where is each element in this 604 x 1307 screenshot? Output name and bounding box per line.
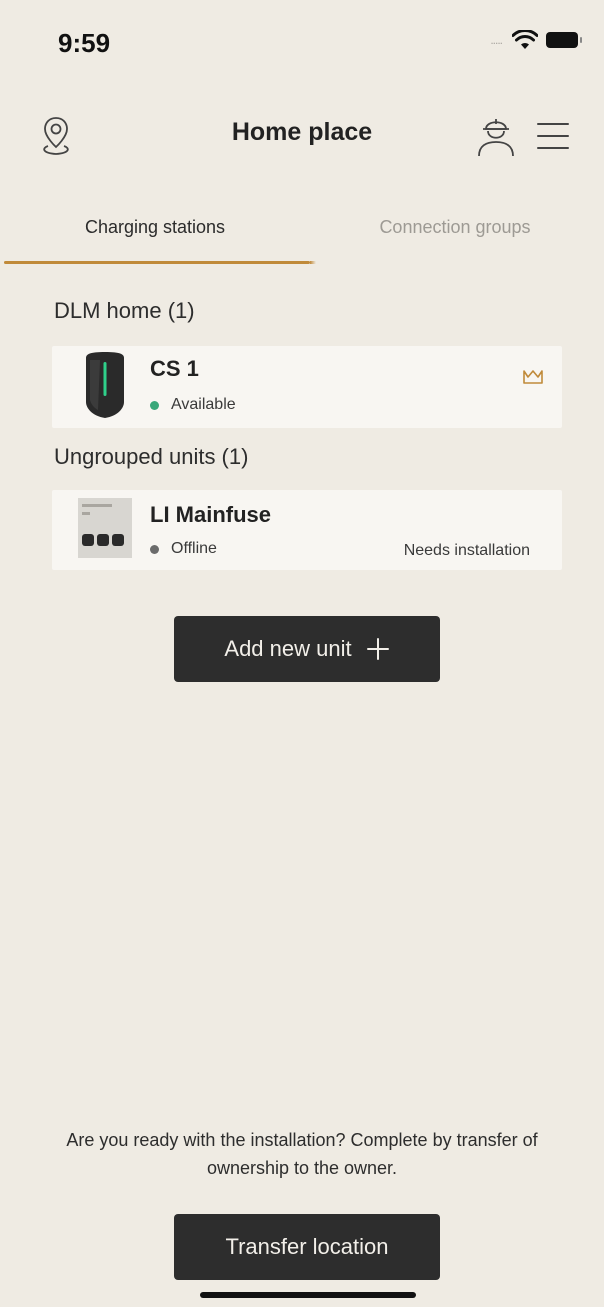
add-new-unit-button[interactable]: Add new unit	[174, 616, 440, 682]
status-dot	[150, 400, 159, 410]
signal-icon: .....	[490, 33, 503, 47]
needs-installation-label: Needs installation	[403, 542, 530, 559]
unit-name: LI Mainfuse	[150, 502, 272, 527]
wifi-icon	[512, 30, 538, 49]
installer-icon[interactable]	[474, 112, 518, 158]
tab-connection-groups[interactable]: Connection groups	[300, 217, 604, 238]
transfer-location-button[interactable]: Transfer location	[174, 1214, 440, 1280]
unit-status-label: Available	[171, 396, 236, 413]
add-new-unit-label: Add new unit	[224, 636, 352, 661]
unit-card-li-mainfuse[interactable]: LI Mainfuse Offline Needs installation	[52, 490, 562, 570]
unit-name: CS 1	[150, 356, 199, 381]
status-dot	[150, 544, 159, 554]
group-title-dlm-home: DLM home (1)	[54, 298, 195, 323]
unit-status: Offline	[150, 540, 217, 558]
tab-bar: Charging stations Connection groups	[0, 200, 604, 270]
home-indicator	[200, 1292, 416, 1298]
battery-icon	[546, 32, 582, 48]
charger-thumbnail	[86, 352, 124, 418]
status-icons: .....	[490, 30, 582, 50]
app-header: Home place	[0, 100, 604, 170]
unit-card-cs1[interactable]: CS 1 Available	[52, 346, 562, 428]
unit-status: Available	[150, 396, 236, 414]
menu-icon[interactable]	[536, 120, 570, 152]
mainfuse-thumbnail	[78, 498, 132, 558]
group-title-ungrouped: Ungrouped units (1)	[54, 444, 249, 469]
active-tab-indicator	[4, 261, 316, 264]
crown-icon	[523, 370, 543, 384]
status-bar: 9:59 .....	[0, 0, 604, 80]
plus-icon	[366, 638, 389, 660]
tab-charging-stations[interactable]: Charging stations	[0, 217, 310, 238]
status-time: 9:59	[58, 28, 111, 58]
unit-status-label: Offline	[171, 540, 217, 557]
transfer-location-label: Transfer location	[225, 1234, 389, 1259]
transfer-instruction-text: Are you ready with the installation? Com…	[66, 1130, 538, 1178]
